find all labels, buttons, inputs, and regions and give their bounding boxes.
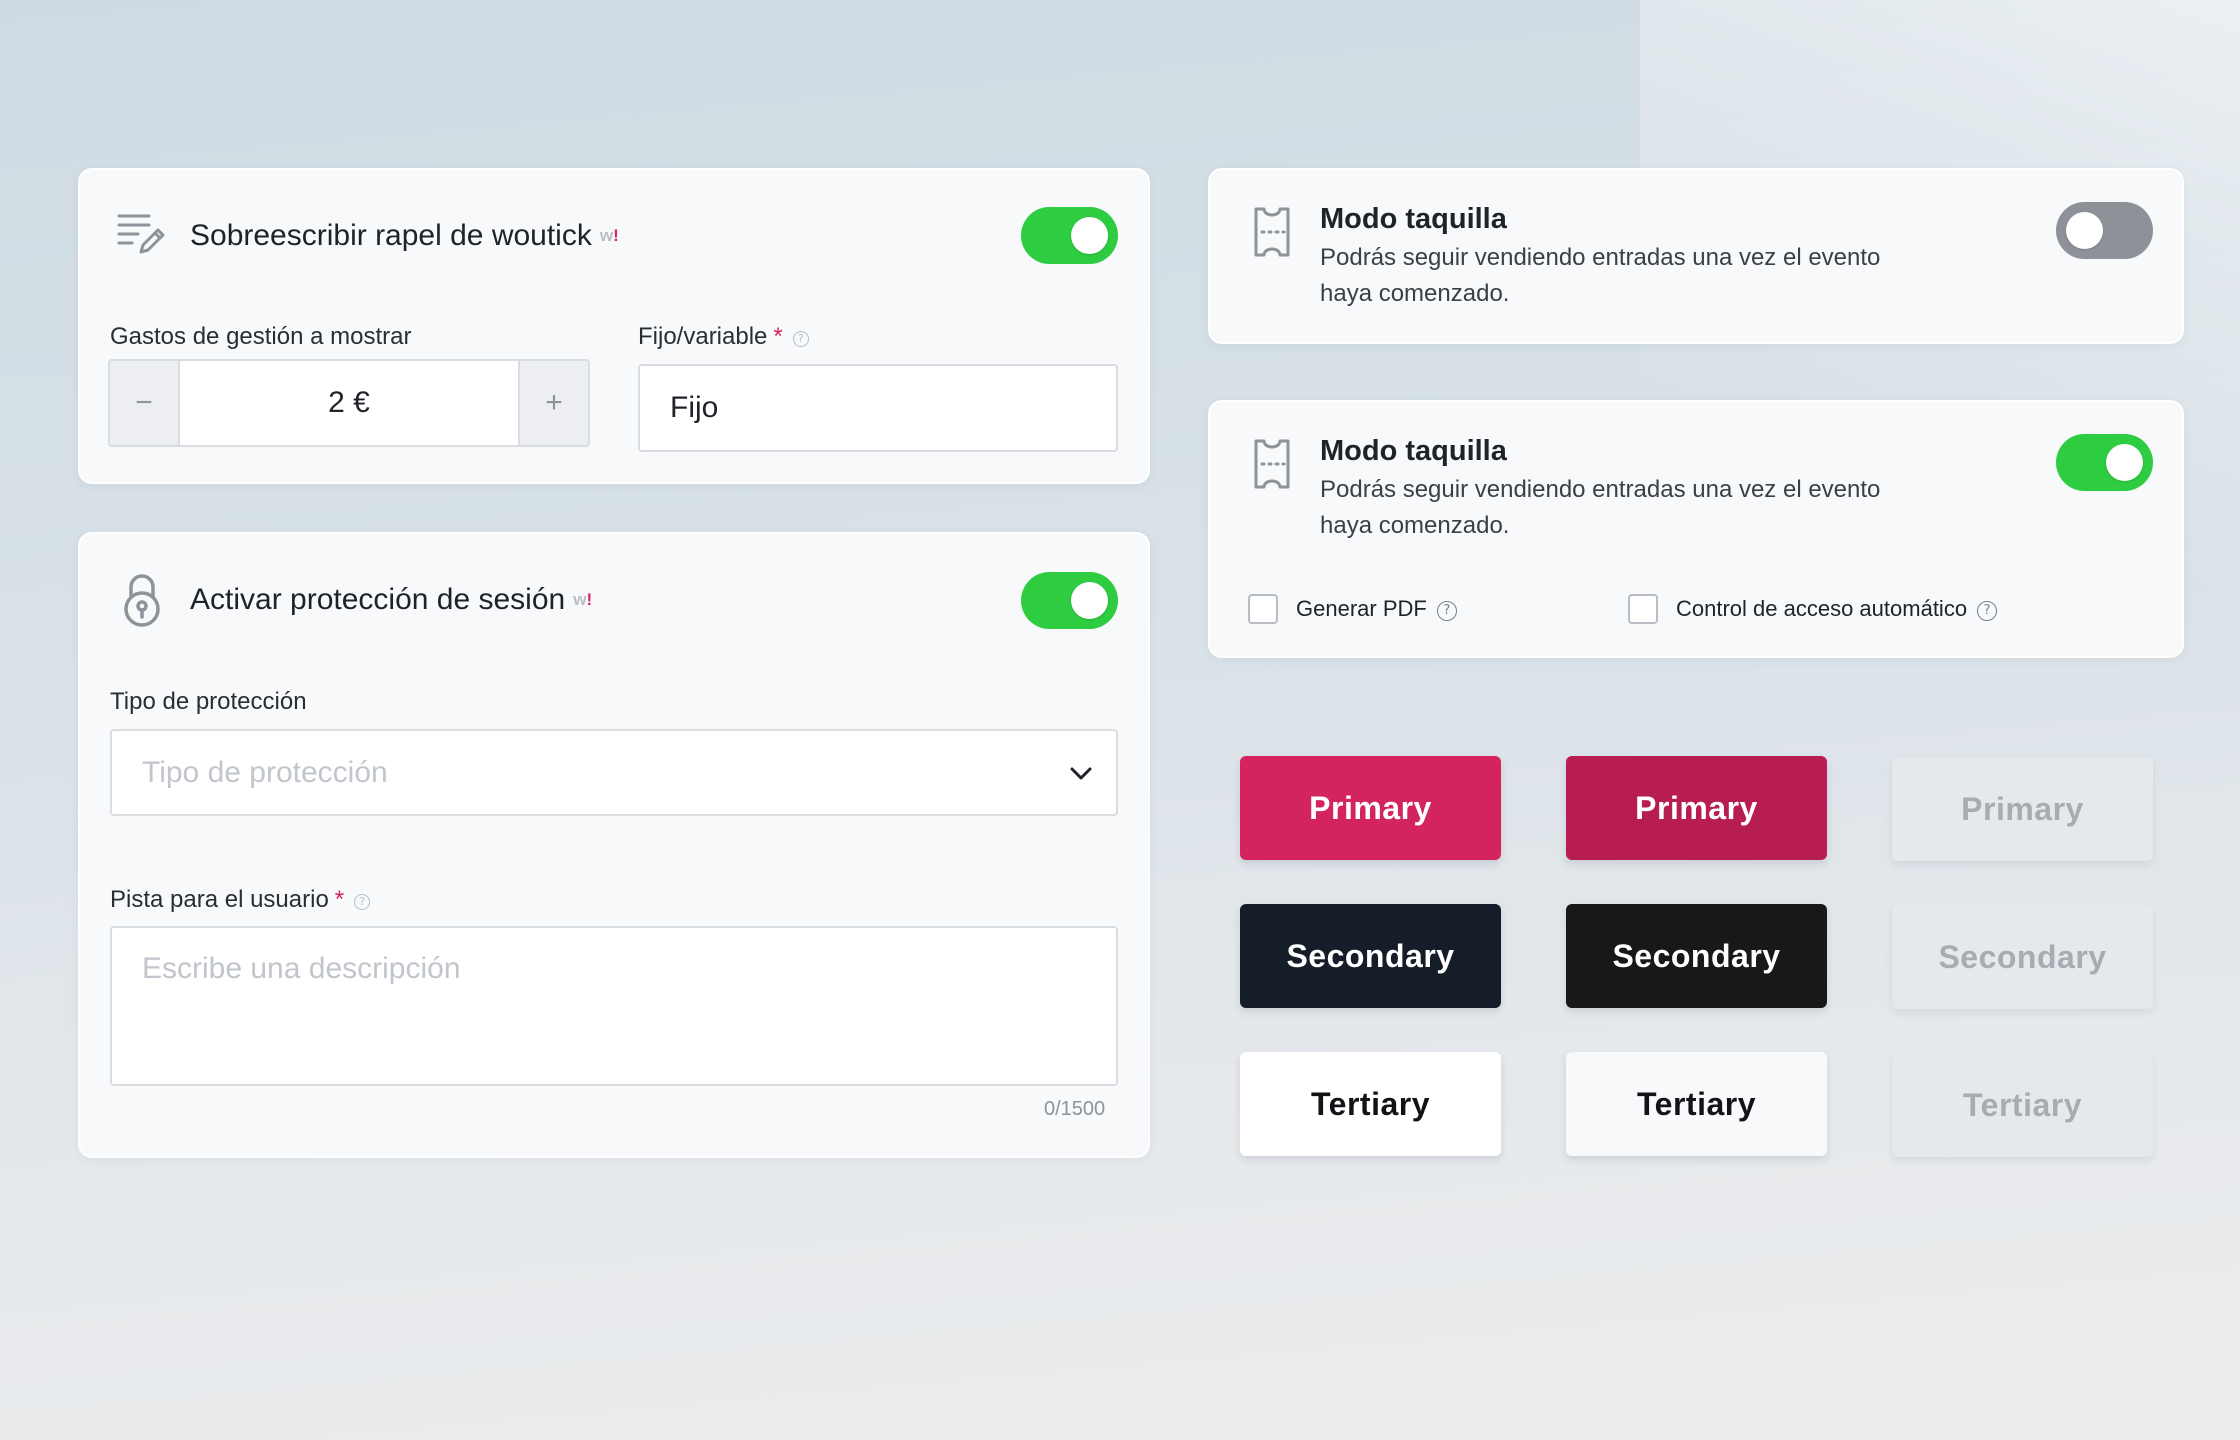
auto-access-control-label: Control de acceso automático? xyxy=(1676,596,1998,622)
required-mark: * xyxy=(773,323,783,350)
description-line: Podrás seguir vendiendo entradas una vez… xyxy=(1320,476,1881,503)
rapel-title-text: Sobreescribir rapel de woutick xyxy=(190,219,592,252)
toggle-knob xyxy=(2066,212,2103,249)
fees-stepper: − 2 € + xyxy=(108,359,590,447)
auto-access-control-label-text: Control de acceso automático xyxy=(1676,596,1968,621)
character-counter: 0/1500 xyxy=(1044,1098,1106,1120)
toggle-knob xyxy=(2106,444,2143,481)
session-title-text: Activar protección de sesión xyxy=(190,583,566,616)
generate-pdf-label-text: Generar PDF xyxy=(1296,596,1427,621)
help-icon[interactable]: ? xyxy=(1977,601,1998,621)
help-icon[interactable]: ? xyxy=(792,331,809,347)
primary-button[interactable]: Primary xyxy=(1240,756,1501,860)
protection-type-select[interactable]: Tipo de protección xyxy=(110,729,1118,816)
chevron-down-icon xyxy=(1070,767,1092,779)
tertiary-button-disabled[interactable]: Tertiary xyxy=(1892,1053,2153,1157)
user-hint-placeholder: Escribe una descripción xyxy=(142,952,461,985)
ticket-icon xyxy=(1254,207,1290,257)
rapel-title: Sobreescribir rapel de woutick w! xyxy=(190,219,619,253)
primary-button-hover[interactable]: Primary xyxy=(1566,756,1827,860)
increment-button[interactable]: + xyxy=(518,361,588,445)
toggle-knob xyxy=(1071,217,1108,254)
pencil-lines-icon xyxy=(117,214,165,254)
user-hint-label-text: Pista para el usuario xyxy=(110,886,329,913)
description-line: haya comenzado. xyxy=(1320,280,1510,307)
fixed-variable-label-text: Fijo/variable xyxy=(638,323,768,350)
description-line: haya comenzado. xyxy=(1320,512,1510,539)
auto-access-control-checkbox[interactable] xyxy=(1628,594,1658,624)
box-office-title-on: Modo taquilla xyxy=(1320,435,1507,467)
woutick-badge-icon: w! xyxy=(599,226,619,245)
protection-type-label: Tipo de protección xyxy=(110,688,307,715)
box-office-description-on: Podrás seguir vendiendo entradas una vez… xyxy=(1320,472,1880,544)
tertiary-button[interactable]: Tertiary xyxy=(1240,1052,1501,1156)
secondary-button[interactable]: Secondary xyxy=(1240,904,1501,1008)
user-hint-label: Pista para el usuario *? xyxy=(110,886,371,914)
fees-value[interactable]: 2 € xyxy=(180,361,518,445)
fixed-variable-value: Fijo xyxy=(670,391,719,424)
help-icon[interactable]: ? xyxy=(1436,601,1457,621)
box-office-description-off: Podrás seguir vendiendo entradas una vez… xyxy=(1320,240,1880,312)
protection-type-placeholder: Tipo de protección xyxy=(142,755,388,789)
box-office-title-off: Modo taquilla xyxy=(1320,203,1507,235)
padlock-icon xyxy=(124,574,160,627)
help-icon[interactable]: ? xyxy=(354,894,371,910)
session-title: Activar protección de sesión w! xyxy=(190,583,592,617)
session-toggle[interactable] xyxy=(1021,572,1118,629)
primary-button-disabled[interactable]: Primary xyxy=(1892,757,2153,861)
generate-pdf-checkbox[interactable] xyxy=(1248,594,1278,624)
ticket-icon xyxy=(1254,439,1290,489)
secondary-button-disabled[interactable]: Secondary xyxy=(1892,905,2153,1009)
tertiary-button-hover[interactable]: Tertiary xyxy=(1566,1052,1827,1156)
required-mark: * xyxy=(334,886,345,913)
description-line: Podrás seguir vendiendo entradas una vez… xyxy=(1320,244,1881,271)
woutick-badge-icon: w! xyxy=(573,590,593,609)
rapel-toggle[interactable] xyxy=(1021,207,1118,264)
user-hint-textarea[interactable]: Escribe una descripción xyxy=(110,926,1118,1086)
fixed-variable-label: Fijo/variable *? xyxy=(638,323,809,351)
fees-label: Gastos de gestión a mostrar xyxy=(110,323,412,350)
box-office-toggle-on[interactable] xyxy=(2056,434,2153,491)
generate-pdf-label: Generar PDF? xyxy=(1296,596,1457,622)
box-office-toggle-off[interactable] xyxy=(2056,202,2153,259)
toggle-knob xyxy=(1071,582,1108,619)
decrement-button[interactable]: − xyxy=(110,361,180,445)
fixed-variable-field[interactable]: Fijo xyxy=(638,364,1118,452)
secondary-button-hover[interactable]: Secondary xyxy=(1566,904,1827,1008)
